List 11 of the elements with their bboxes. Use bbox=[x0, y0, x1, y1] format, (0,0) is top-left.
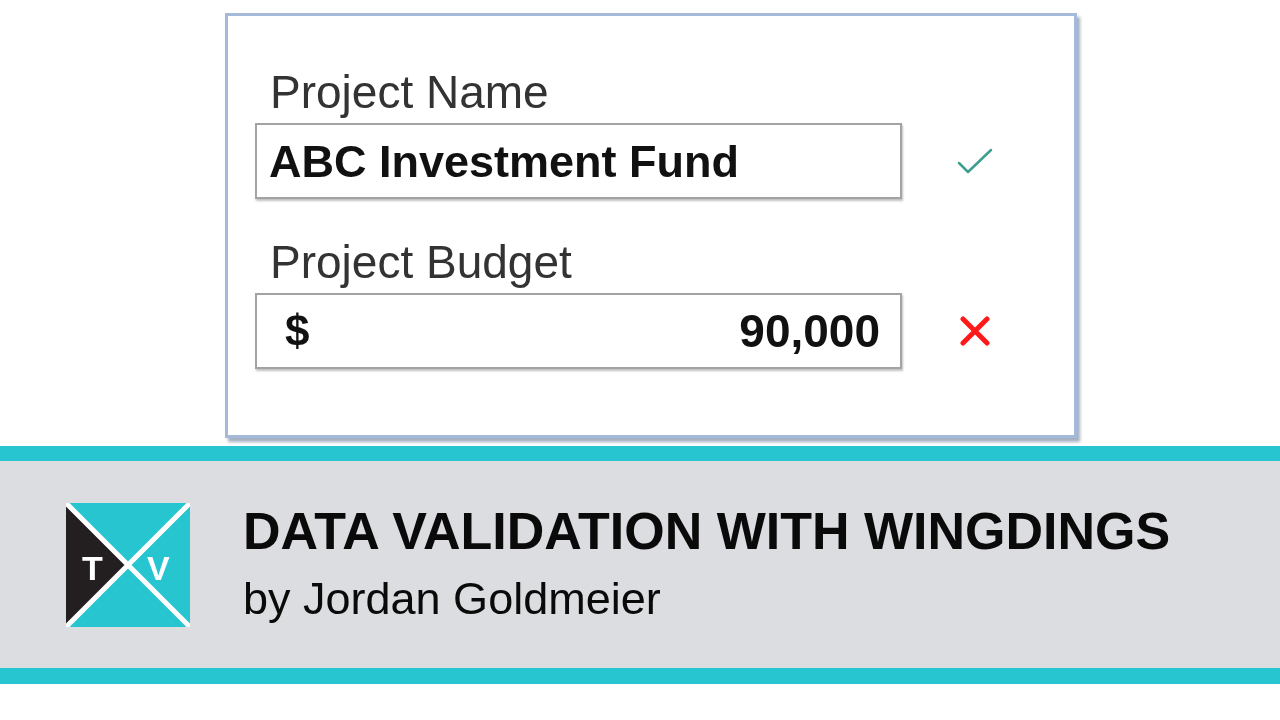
logo-letter: T bbox=[82, 550, 103, 585]
input-field[interactable]: $ 90,000 bbox=[255, 293, 902, 369]
field-label: Project Budget bbox=[269, 236, 572, 288]
logo-icon bbox=[66, 502, 190, 627]
author-byline: by Jordan Goldmeier bbox=[243, 572, 662, 625]
currency-symbol: $ bbox=[285, 309, 310, 353]
field-value: 90,000 bbox=[739, 308, 880, 354]
video-title: DATA VALIDATION WITH WINGDINGS bbox=[243, 504, 1171, 557]
input-field[interactable]: ABC Investment Fund bbox=[255, 123, 902, 199]
logo-letter: V bbox=[147, 550, 170, 585]
field-label: Project Name bbox=[269, 66, 549, 118]
